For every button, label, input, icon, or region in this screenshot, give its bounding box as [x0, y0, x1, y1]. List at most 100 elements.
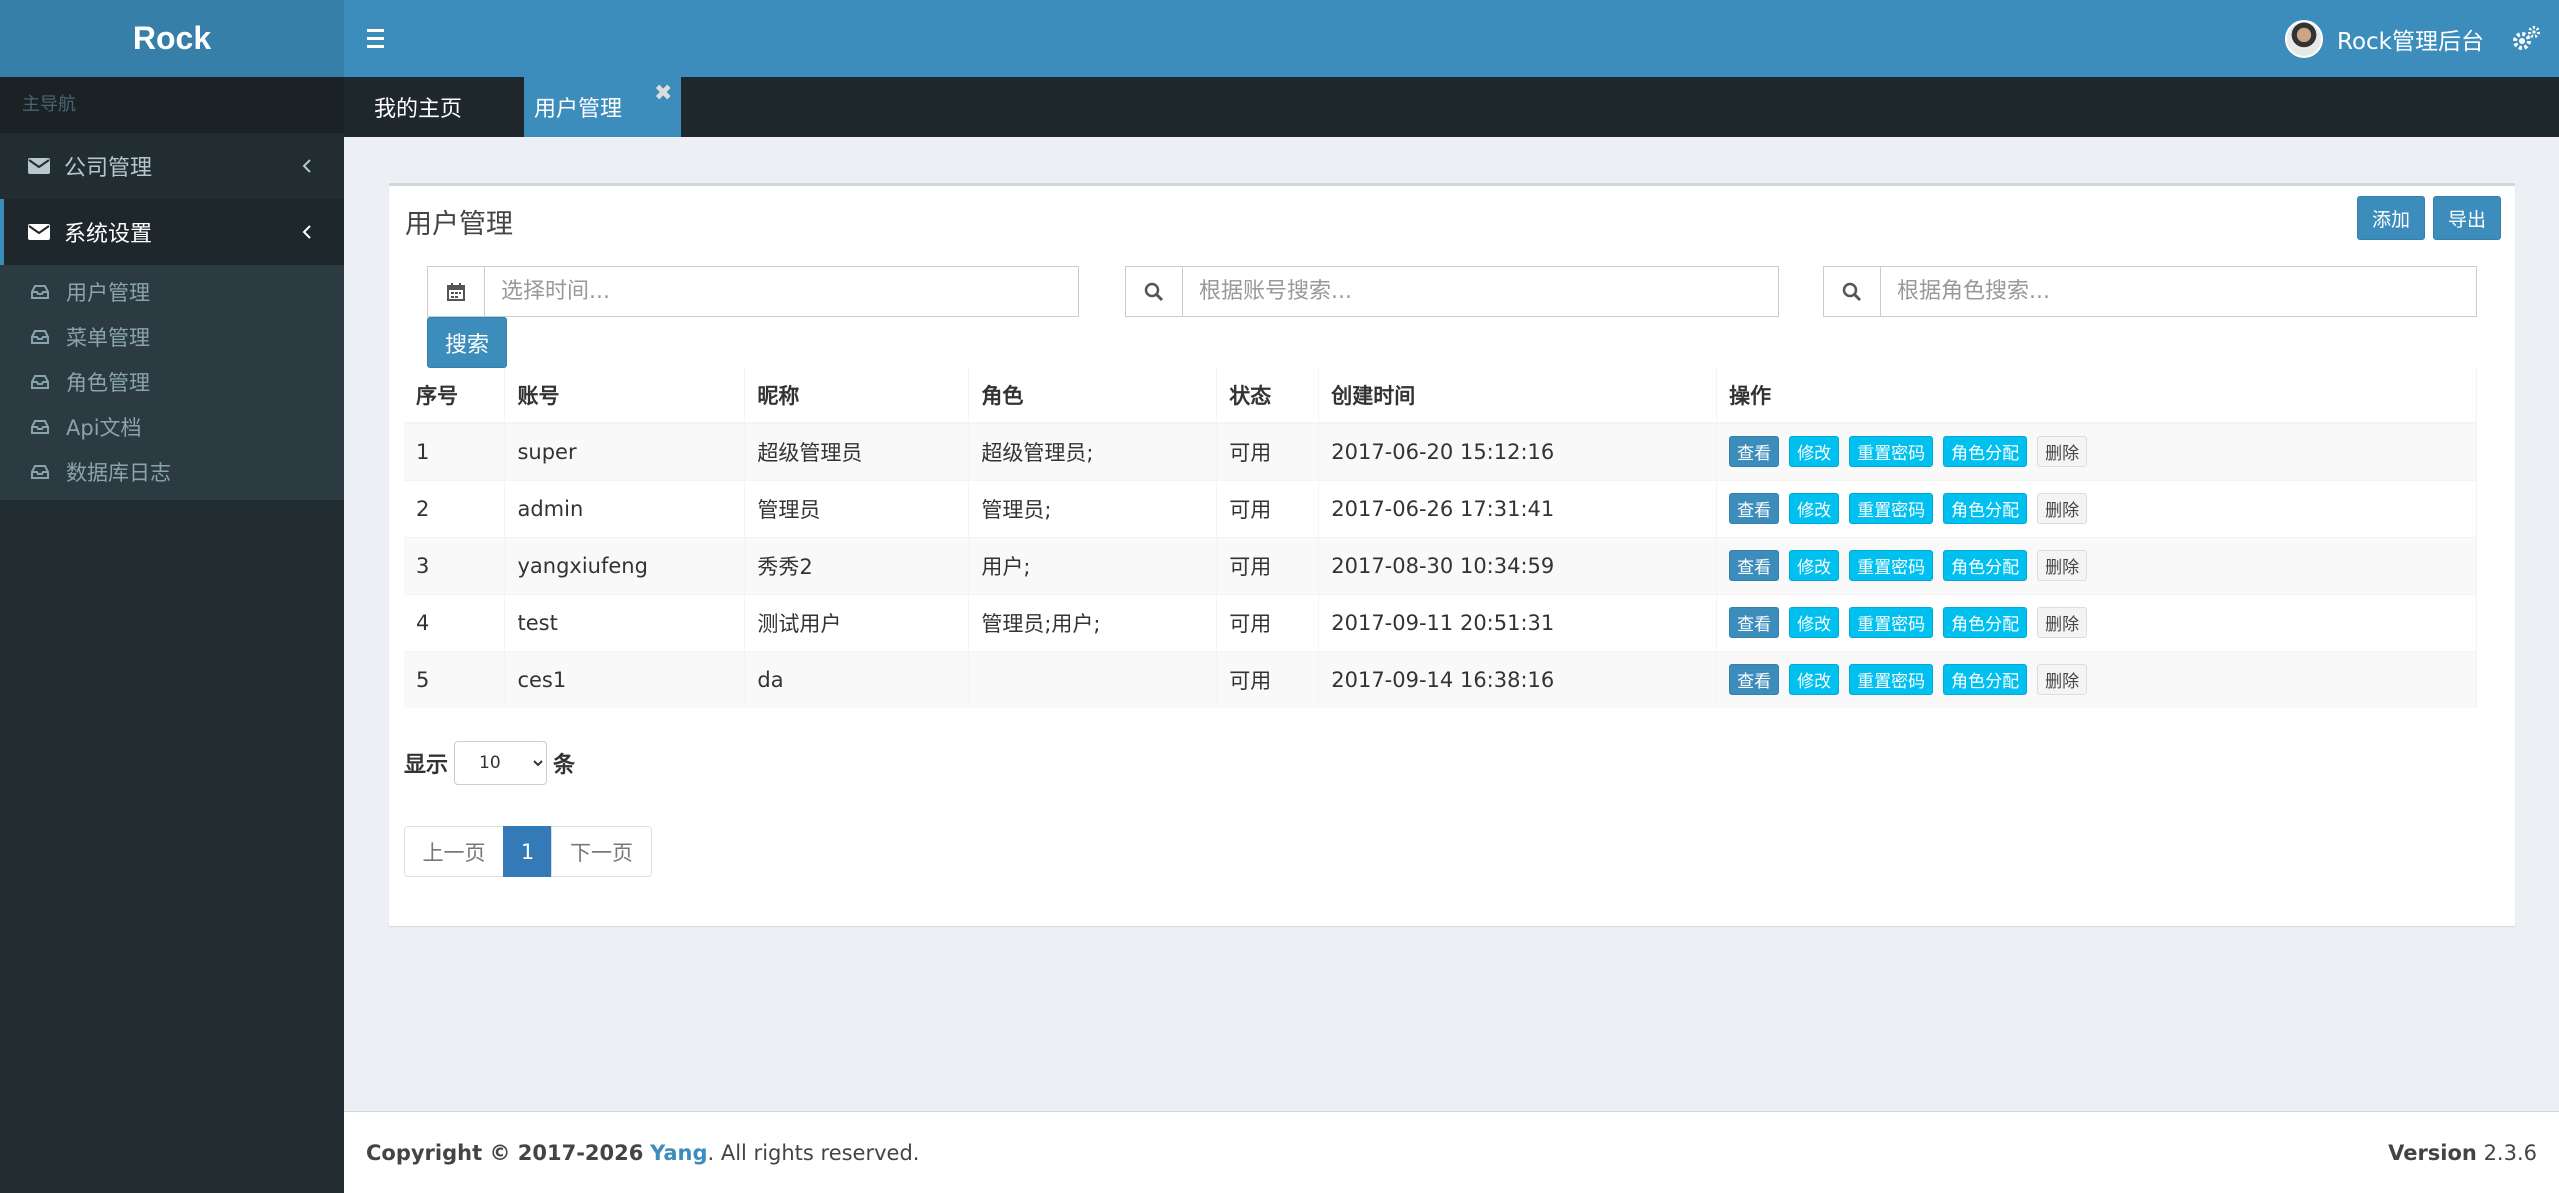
tab-label: 用户管理: [534, 97, 623, 122]
column-header[interactable]: 序号: [404, 368, 506, 424]
view-button[interactable]: 查看: [1729, 550, 1780, 581]
page-size-select[interactable]: 10: [454, 741, 548, 785]
assign-role-button[interactable]: 角色分配: [1943, 664, 2028, 696]
sidebar-item-menu-management[interactable]: 菜单管理: [0, 314, 344, 359]
cell-status: 可用: [1216, 422, 1320, 480]
role-search-input[interactable]: [1881, 267, 2476, 316]
page-size-unit: 条: [553, 753, 576, 778]
sidebar-item-system-settings[interactable]: 系统设置: [0, 199, 344, 265]
cell-account: ces1: [504, 650, 746, 708]
inbox-icon: [31, 374, 49, 389]
prev-page-button[interactable]: 上一页: [404, 826, 504, 877]
view-button[interactable]: 查看: [1729, 493, 1780, 524]
sidebar-item-db-log[interactable]: 数据库日志: [0, 449, 344, 494]
cell-role: 管理员;: [968, 479, 1218, 537]
search-icon: [1126, 267, 1183, 316]
assign-role-button[interactable]: 角色分配: [1943, 607, 2028, 638]
cell-nickname: da: [744, 650, 970, 708]
edit-button[interactable]: 修改: [1789, 436, 1840, 468]
sidebar-item-company[interactable]: 公司管理: [0, 133, 344, 199]
account-search-input[interactable]: [1183, 267, 1778, 316]
sidebar-item-label: 用户管理: [66, 280, 150, 305]
time-input[interactable]: [485, 267, 1078, 316]
add-button[interactable]: 添加: [2357, 196, 2425, 240]
delete-button[interactable]: 删除: [2037, 436, 2088, 468]
role-filter: [1823, 266, 2477, 317]
delete-button[interactable]: 删除: [2037, 550, 2088, 581]
cell-account: test: [504, 593, 746, 651]
app-logo[interactable]: Rock: [0, 0, 344, 77]
page-size-label: 显示: [404, 753, 449, 778]
edit-button[interactable]: 修改: [1789, 664, 1840, 696]
cell-actions: 查看 修改 重置密码 角色分配 删除: [1716, 650, 2477, 708]
page-1-button[interactable]: 1: [503, 826, 552, 877]
cell-index: 2: [404, 479, 506, 537]
sidebar-toggle-icon[interactable]: [360, 22, 392, 54]
cell-created: 2017-06-26 17:31:41: [1318, 479, 1718, 537]
inbox-icon: [31, 329, 49, 344]
table-row: 4 test 测试用户 管理员;用户; 可用 2017-09-11 20:51:…: [404, 593, 2477, 651]
rights-text: . All rights reserved.: [707, 1140, 920, 1165]
inbox-icon: [31, 464, 49, 479]
assign-role-button[interactable]: 角色分配: [1943, 493, 2028, 524]
delete-button[interactable]: 删除: [2037, 607, 2088, 638]
edit-button[interactable]: 修改: [1789, 550, 1840, 581]
column-header[interactable]: 账号: [504, 368, 746, 424]
cell-status: 可用: [1216, 650, 1320, 708]
cell-actions: 查看 修改 重置密码 角色分配 删除: [1716, 422, 2477, 480]
assign-role-button[interactable]: 角色分配: [1943, 550, 2028, 581]
reset-password-button[interactable]: 重置密码: [1849, 664, 1934, 696]
inbox-icon: [31, 419, 49, 434]
column-header[interactable]: 状态: [1216, 368, 1320, 424]
close-icon[interactable]: ✖: [654, 83, 672, 105]
view-button[interactable]: 查看: [1729, 436, 1780, 468]
assign-role-button[interactable]: 角色分配: [1943, 436, 2028, 468]
cell-nickname: 秀秀2: [744, 536, 970, 594]
export-button[interactable]: 导出: [2433, 196, 2501, 240]
reset-password-button[interactable]: 重置密码: [1849, 550, 1934, 581]
cell-index: 3: [404, 536, 506, 594]
reset-password-button[interactable]: 重置密码: [1849, 436, 1934, 468]
reset-password-button[interactable]: 重置密码: [1849, 607, 1934, 638]
cell-account: super: [504, 422, 746, 480]
search-icon: [1824, 267, 1881, 316]
view-button[interactable]: 查看: [1729, 607, 1780, 638]
edit-button[interactable]: 修改: [1789, 607, 1840, 638]
brand-link[interactable]: Yang: [650, 1141, 707, 1165]
cell-nickname: 测试用户: [744, 593, 970, 651]
next-page-button[interactable]: 下一页: [551, 826, 652, 877]
cell-index: 1: [404, 422, 506, 480]
edit-button[interactable]: 修改: [1789, 493, 1840, 524]
account-filter: [1125, 266, 1779, 317]
cell-account: yangxiufeng: [504, 536, 746, 594]
sidebar-item-label: 公司管理: [64, 156, 153, 181]
gears-icon[interactable]: [2511, 25, 2541, 53]
cell-role: 用户;: [968, 536, 1218, 594]
sidebar-item-label: 数据库日志: [66, 460, 171, 485]
delete-button[interactable]: 删除: [2037, 493, 2088, 524]
cell-index: 4: [404, 593, 506, 651]
cell-created: 2017-09-11 20:51:31: [1318, 593, 1718, 651]
delete-button[interactable]: 删除: [2037, 664, 2088, 696]
sidebar-item-user-management[interactable]: 用户管理: [0, 269, 344, 314]
sidebar: 主导航 公司管理 系统设置 用户管理 菜单管理 角色管理 Api文档 数据库日志: [0, 77, 344, 1193]
user-menu[interactable]: Rock管理后台: [2285, 20, 2484, 58]
column-header[interactable]: 角色: [968, 368, 1218, 424]
sidebar-item-label: Api文档: [66, 415, 142, 440]
envelope-icon: [28, 158, 50, 174]
search-button[interactable]: 搜索: [427, 317, 507, 368]
cell-role: 管理员;用户;: [968, 593, 1218, 651]
page-title: 用户管理: [405, 209, 513, 240]
sidebar-item-api-docs[interactable]: Api文档: [0, 404, 344, 449]
column-header[interactable]: 昵称: [744, 368, 970, 424]
column-header[interactable]: 创建时间: [1318, 368, 1718, 424]
sidebar-item-role-management[interactable]: 角色管理: [0, 359, 344, 404]
cell-created: 2017-06-20 15:12:16: [1318, 422, 1718, 480]
cell-status: 可用: [1216, 593, 1320, 651]
calendar-icon: [428, 267, 485, 316]
user-name: Rock管理后台: [2337, 29, 2484, 55]
view-button[interactable]: 查看: [1729, 664, 1780, 696]
tab-home[interactable]: 我的主页: [344, 77, 488, 137]
reset-password-button[interactable]: 重置密码: [1849, 493, 1934, 524]
top-header: Rock Rock管理后台: [0, 0, 2559, 77]
